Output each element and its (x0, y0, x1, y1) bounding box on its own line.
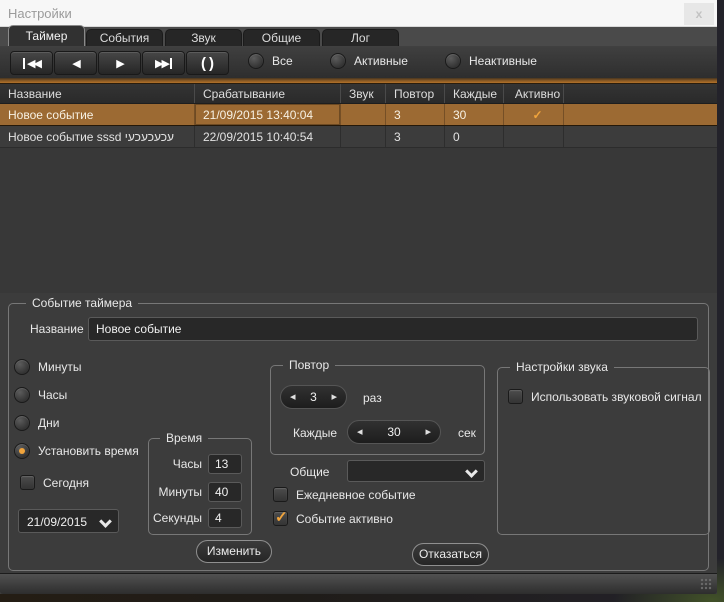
repeat-group-title: Повтор (283, 358, 335, 372)
tab-sound[interactable]: Звук (165, 29, 242, 46)
today-checkbox[interactable]: ✓ Сегодня (20, 475, 89, 490)
filter-inactive-radio[interactable]: Неактивные (445, 53, 537, 69)
tab-timer[interactable]: Таймер (8, 25, 85, 46)
general-label: Общие (290, 465, 329, 479)
use-sound-checkbox[interactable]: ✓ Использовать звуковой сигнал (508, 389, 702, 404)
skip-last-button[interactable]: ▶▶ (142, 51, 185, 75)
mode-minutes-radio[interactable]: Минуты (14, 359, 81, 375)
resize-grip-icon[interactable] (700, 578, 712, 590)
step-back-button[interactable]: ◀ (54, 51, 97, 75)
toolbar: ◀◀ ◀ ▶ ▶▶ () Все Активные Неактивные (0, 46, 717, 78)
radio-icon (14, 387, 30, 403)
event-active-checkbox[interactable]: ✓ Событие активно (273, 511, 393, 526)
spin-left-icon[interactable]: ◂ (290, 392, 296, 403)
cancel-button[interactable]: Отказаться (412, 543, 489, 566)
radio-icon (445, 53, 461, 69)
checkbox-icon: ✓ (273, 511, 288, 526)
title-bar[interactable]: Настройки x (0, 0, 717, 27)
table-row[interactable]: Новое событие sssd עכעכעכעי 22/09/2015 1… (0, 126, 717, 148)
seconds-label: Секунды (146, 511, 202, 525)
radio-icon (14, 415, 30, 431)
time-group-title: Время (160, 431, 208, 445)
radio-icon (330, 53, 346, 69)
repeat-count-stepper[interactable]: ◂ 3 ▸ (280, 385, 347, 409)
step-forward-button[interactable]: ▶ (98, 51, 141, 75)
spin-left-icon[interactable]: ◂ (357, 427, 363, 438)
tab-events[interactable]: События (86, 29, 163, 46)
filter-active-radio[interactable]: Активные (330, 53, 408, 69)
spin-right-icon[interactable]: ▸ (331, 392, 337, 403)
checkbox-icon: ✓ (508, 389, 523, 404)
skip-first-icon (23, 58, 25, 69)
refresh-button[interactable]: () (186, 51, 229, 75)
mode-days-radio[interactable]: Дни (14, 415, 59, 431)
repeat-every-suffix: сек (458, 426, 476, 440)
checkbox-icon: ✓ (273, 487, 288, 502)
apply-button[interactable]: Изменить (196, 540, 272, 563)
minutes-label: Минуты (152, 485, 202, 499)
mode-hours-radio[interactable]: Часы (14, 387, 67, 403)
step-back-icon: ◀ (72, 57, 78, 70)
step-forward-icon: ▶ (116, 57, 122, 70)
checkbox-icon: ✓ (20, 475, 35, 490)
repeat-count-suffix: раз (363, 391, 382, 405)
refresh-icon: () (198, 55, 217, 72)
spin-right-icon[interactable]: ▸ (425, 427, 431, 438)
seconds-input[interactable]: 4 (208, 508, 242, 528)
settings-window: Настройки x Таймер События Звук Общие Ло… (0, 0, 717, 594)
skip-last-icon (170, 58, 172, 69)
name-label: Название (30, 322, 84, 336)
repeat-every-stepper[interactable]: ◂ 30 ▸ (347, 420, 441, 444)
mode-settime-radio[interactable]: Установить время (14, 443, 139, 459)
name-input[interactable]: Новое событие (88, 317, 698, 341)
radio-icon (248, 53, 264, 69)
hours-input[interactable]: 13 (208, 454, 242, 474)
radio-icon (14, 443, 30, 459)
filter-all-radio[interactable]: Все (248, 53, 293, 69)
sound-settings-title: Настройки звука (510, 360, 614, 374)
tab-log[interactable]: Лог (322, 29, 399, 46)
active-check-icon: ✓ (503, 104, 563, 125)
tab-general[interactable]: Общие (243, 29, 320, 46)
minutes-input[interactable]: 40 (208, 482, 242, 502)
date-select[interactable]: 21/09/2015 (18, 509, 119, 533)
radio-icon (14, 359, 30, 375)
active-check-icon (503, 126, 563, 147)
chevron-down-icon (467, 467, 475, 475)
timer-event-group-title: Событие таймера (26, 296, 138, 310)
chevron-down-icon (101, 517, 109, 525)
daily-event-checkbox[interactable]: ✓ Ежедневное событие (273, 487, 416, 502)
repeat-every-label: Каждые (293, 426, 337, 440)
table-header[interactable]: Название Срабатывание Звук Повтор Каждые… (0, 84, 717, 104)
status-bar (0, 573, 717, 594)
close-icon[interactable]: x (684, 3, 714, 25)
events-table: Название Срабатывание Звук Повтор Каждые… (0, 84, 717, 293)
table-row[interactable]: Новое событие 21/09/2015 13:40:04 3 30 ✓ (0, 104, 717, 126)
skip-first-button[interactable]: ◀◀ (10, 51, 53, 75)
window-title: Настройки (8, 0, 72, 27)
general-select[interactable] (347, 460, 485, 482)
tab-strip: Таймер События Звук Общие Лог (0, 27, 717, 46)
hours-label: Часы (158, 457, 202, 471)
